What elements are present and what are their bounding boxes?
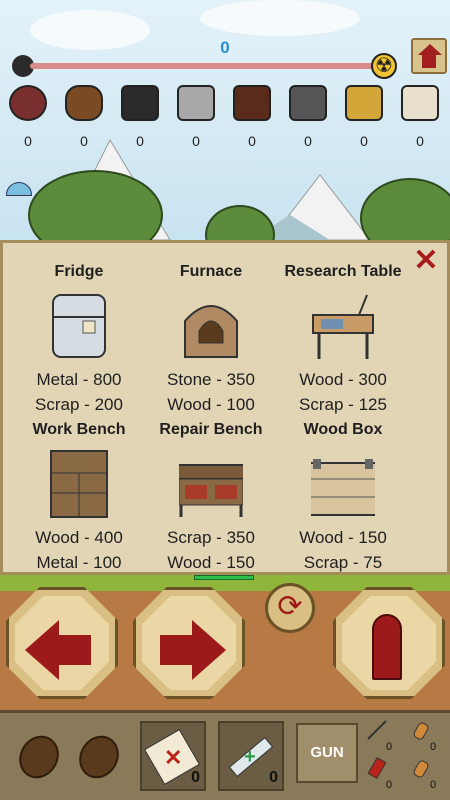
- arrow-ammo: 0: [366, 719, 396, 755]
- ammo-count: 0: [430, 741, 437, 753]
- item-cost: Scrap - 125: [299, 395, 387, 414]
- resource-coal: 0: [112, 85, 168, 149]
- move-left-button[interactable]: [6, 587, 118, 699]
- syringe-count: 0: [269, 769, 278, 786]
- rifle-bullet-icon: [413, 760, 429, 778]
- furnace-icon: [179, 291, 243, 361]
- item-cost: Scrap - 75: [303, 553, 383, 572]
- top-hud: 0: [0, 28, 450, 88]
- research-table-icon: [311, 291, 375, 361]
- resource-gear: 0: [0, 85, 56, 149]
- svg-text:✕: ✕: [164, 745, 182, 770]
- craft-panel: ✕ Fridge Metal - 800 Scrap - 200 Furnace…: [0, 240, 450, 575]
- resource-count: 0: [304, 133, 312, 149]
- item-cost: Stone - 350: [167, 370, 255, 389]
- coal-icon: [121, 85, 159, 121]
- move-right-button[interactable]: [133, 587, 245, 699]
- item-name: Wood Box: [303, 421, 383, 438]
- bullet-small-icon: [413, 722, 429, 740]
- arrow-icon: [367, 720, 387, 740]
- home-button[interactable]: [411, 38, 447, 74]
- reload-button[interactable]: [265, 583, 315, 633]
- item-cost: Wood - 300: [299, 370, 387, 389]
- svg-text:+: +: [244, 746, 256, 768]
- wood-icon: [65, 85, 103, 121]
- item-name: Repair Bench: [159, 421, 263, 438]
- wave-progress-bar: [30, 63, 375, 69]
- fridge-icon: [47, 291, 111, 361]
- item-cost: Scrap - 200: [35, 395, 123, 414]
- arrow-left-icon: [57, 635, 91, 665]
- syringe-slot[interactable]: + 0: [218, 721, 284, 791]
- resource-bar: 0 0 0 0 0 0 0 0: [0, 85, 450, 149]
- arrow-left-icon: [25, 620, 59, 680]
- craft-item-research-table[interactable]: Research Table Wood - 300 Scrap - 125: [273, 263, 413, 417]
- craft-item-wood-box[interactable]: Wood Box Wood - 150 Scrap - 75: [273, 421, 413, 575]
- resource-metal: 0: [280, 85, 336, 149]
- item-cost: Wood - 100: [167, 395, 255, 414]
- control-area: [0, 575, 450, 710]
- gun-button[interactable]: GUN: [296, 723, 358, 783]
- stone-icon: [177, 85, 215, 121]
- resource-ore: 0: [224, 85, 280, 149]
- shell-icon: [367, 757, 387, 779]
- resource-sand: 0: [336, 85, 392, 149]
- resource-stone: 0: [168, 85, 224, 149]
- resource-cloth: 0: [392, 85, 448, 149]
- resource-count: 0: [24, 133, 32, 149]
- item-cost: Wood - 400: [35, 528, 123, 547]
- item-cost: Scrap - 350: [167, 528, 255, 547]
- item-cost: Wood - 150: [167, 553, 255, 572]
- bandage-slot[interactable]: ✕ 0: [140, 721, 206, 791]
- repair-bench-icon: [174, 449, 248, 519]
- gear-icon: [9, 85, 47, 121]
- wood-box-icon: [306, 449, 380, 519]
- metal-icon: [289, 85, 327, 121]
- item-cost: Metal - 800: [36, 370, 122, 389]
- inventory-bar: ✕ 0 + 0 GUN 0 0 0 0: [0, 710, 450, 800]
- resource-count: 0: [416, 133, 424, 149]
- work-bench-icon: [47, 449, 111, 519]
- craft-item-furnace[interactable]: Furnace Stone - 350 Wood - 100: [141, 263, 281, 417]
- item-name: Furnace: [179, 263, 243, 280]
- resource-count: 0: [192, 133, 200, 149]
- resource-count: 0: [136, 133, 144, 149]
- craft-item-fridge[interactable]: Fridge Metal - 800 Scrap - 200: [9, 263, 149, 417]
- ammo-count: 0: [430, 779, 437, 791]
- resource-count: 0: [360, 133, 368, 149]
- seed-icon[interactable]: [71, 728, 127, 786]
- resource-wood: 0: [56, 85, 112, 149]
- bullet-icon: [372, 614, 402, 680]
- sand-icon: [345, 85, 383, 121]
- health-bar: [194, 575, 254, 580]
- arrow-right-icon: [192, 620, 226, 680]
- close-icon[interactable]: ✕: [413, 246, 439, 276]
- craft-item-work-bench[interactable]: Work Bench Wood - 400 Metal - 100: [9, 421, 149, 575]
- item-name: Work Bench: [32, 421, 126, 438]
- bandage-count: 0: [191, 769, 200, 786]
- bullet-ammo: 0: [410, 719, 440, 755]
- resource-count: 0: [248, 133, 256, 149]
- craft-item-repair-bench[interactable]: Repair Bench Scrap - 350 Wood - 150: [141, 421, 281, 575]
- item-name: Research Table: [284, 263, 402, 280]
- rifle-ammo: 0: [410, 757, 440, 793]
- resource-count: 0: [80, 133, 88, 149]
- radiation-icon: [371, 53, 397, 79]
- ammo-count: 0: [386, 741, 393, 753]
- seed-icon[interactable]: [11, 728, 67, 786]
- ore-icon: [233, 85, 271, 121]
- item-cost: Metal - 100: [36, 553, 122, 572]
- cloth-icon: [401, 85, 439, 121]
- item-cost: Wood - 150: [299, 528, 387, 547]
- item-name: Fridge: [54, 263, 104, 280]
- shell-ammo: 0: [366, 757, 396, 793]
- ammo-count: 0: [386, 779, 393, 791]
- arrow-right-icon: [160, 635, 194, 665]
- fire-button[interactable]: [333, 587, 445, 699]
